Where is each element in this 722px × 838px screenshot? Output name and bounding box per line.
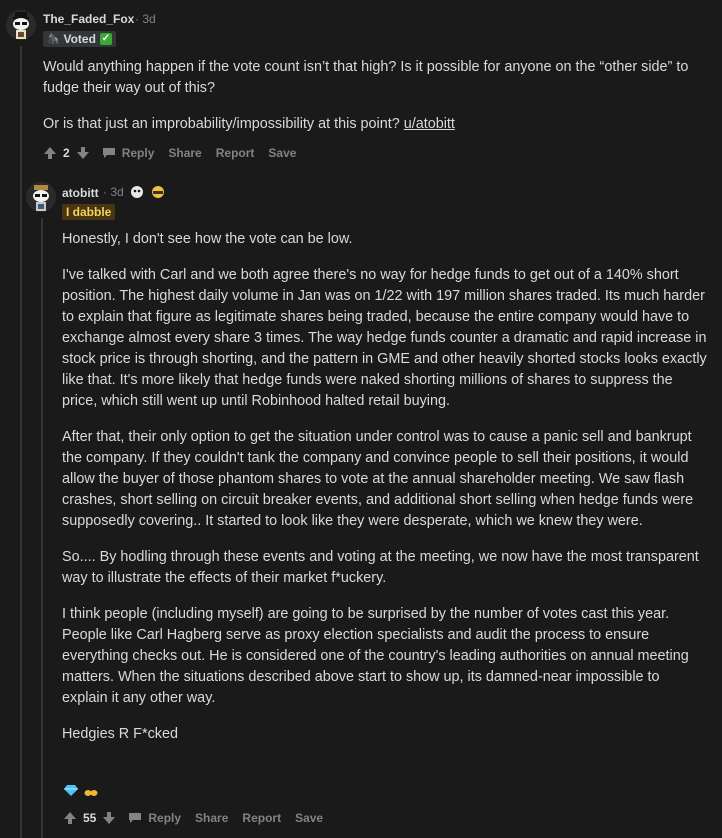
snoo-avatar-icon (26, 182, 56, 212)
report-button[interactable]: Report (216, 146, 255, 160)
reply-label: Reply (121, 146, 155, 160)
avatar[interactable] (6, 10, 36, 40)
comment-actions: 2 Reply Share Report Save (43, 146, 310, 160)
user-mention-link[interactable]: u/atobitt (404, 116, 455, 132)
comment-actions: 55 Reply Share Report Save (63, 811, 337, 825)
comment-body: Honestly, I don't see how the vote can b… (62, 229, 707, 760)
hands-icon[interactable] (84, 788, 98, 798)
save-button[interactable]: Save (268, 146, 296, 160)
paragraph: Honestly, I don't see how the vote can b… (62, 231, 353, 247)
reply-button[interactable]: Reply (102, 146, 155, 160)
upvote-icon[interactable] (63, 811, 77, 825)
flair-label: Voted (63, 32, 96, 46)
comment-body: Would anything happen if the vote count … (43, 57, 708, 150)
paragraph: Or is that just an improbability/impossi… (43, 114, 708, 135)
share-button[interactable]: Share (168, 146, 201, 160)
share-button[interactable]: Share (195, 811, 228, 825)
paragraph: Hedgies R F*cked (62, 726, 178, 742)
save-button[interactable]: Save (295, 811, 323, 825)
avatar[interactable] (26, 182, 56, 212)
vote-count: 2 (63, 146, 70, 160)
gorilla-icon: 🦍 (47, 33, 60, 45)
awards-row (64, 782, 98, 798)
downvote-icon[interactable] (76, 146, 90, 160)
snoo-avatar-icon (6, 10, 36, 40)
user-flair: I dabble (62, 204, 116, 220)
vote-count: 55 (83, 811, 97, 825)
checkmark-icon: ✓ (99, 33, 112, 45)
username[interactable]: The_Faded_Fox (43, 12, 134, 26)
thread-line-2[interactable] (41, 218, 43, 838)
paragraph: After that, their only option to get the… (62, 429, 694, 529)
award-icon[interactable] (130, 185, 144, 199)
report-button[interactable]: Report (242, 811, 281, 825)
username[interactable]: atobitt (62, 186, 99, 200)
timestamp[interactable]: · 3d (103, 185, 124, 199)
reply-label: Reply (148, 811, 182, 825)
paragraph: I think people (including myself) are go… (62, 606, 689, 706)
downvote-icon[interactable] (102, 811, 116, 825)
upvote-icon[interactable] (43, 146, 57, 160)
comment-bubble-icon (102, 148, 115, 158)
comment-bubble-icon (129, 813, 142, 823)
paragraph: I've talked with Carl and we both agree … (62, 267, 707, 409)
award-helmet-icon[interactable] (150, 184, 166, 198)
timestamp[interactable]: · 3d (135, 12, 156, 26)
paragraph: So.... By hodling through these events a… (62, 549, 699, 586)
paragraph: Would anything happen if the vote count … (43, 59, 689, 96)
thread-line-1[interactable] (20, 46, 22, 838)
diamond-icon[interactable] (64, 784, 78, 797)
paragraph-text: Or is that just an improbability/impossi… (43, 116, 400, 132)
reply-button[interactable]: Reply (128, 811, 181, 825)
user-flair: 🦍 Voted ✓ (43, 31, 116, 47)
